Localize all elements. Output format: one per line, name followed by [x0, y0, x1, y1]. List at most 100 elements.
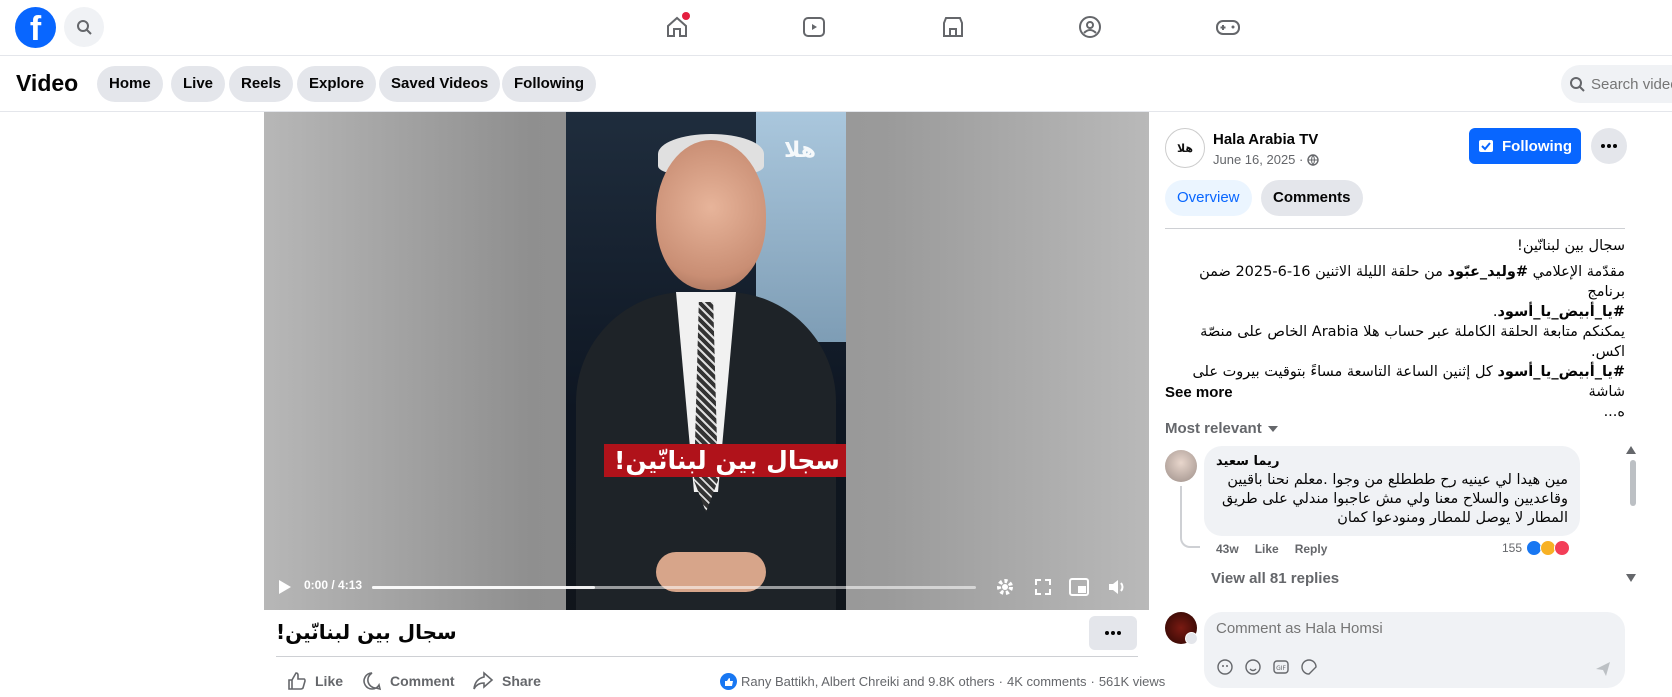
commenter-avatar[interactable] — [1165, 450, 1197, 482]
comment-label: Comment — [390, 673, 455, 689]
settings-button[interactable] — [992, 574, 1018, 600]
sort-label: Most relevant — [1165, 420, 1262, 437]
pill-home[interactable]: Home — [97, 66, 163, 102]
pill-reels[interactable]: Reels — [229, 66, 294, 102]
separator: · — [998, 674, 1003, 689]
volume-icon — [1109, 580, 1124, 594]
pill-live[interactable]: Live — [171, 66, 226, 102]
svg-text:GIF: GIF — [1276, 665, 1286, 672]
desc-line: اكس. — [1590, 344, 1625, 360]
video-search-input[interactable] — [1591, 75, 1672, 93]
channel-watermark: هلا — [784, 138, 816, 163]
fullscreen-button[interactable] — [1030, 574, 1056, 600]
video-more-button[interactable] — [1089, 616, 1137, 650]
send-button[interactable] — [1594, 660, 1612, 678]
nav-home-button[interactable] — [660, 10, 694, 44]
gif-icon: GIF — [1273, 660, 1289, 674]
desc-line: ه... — [1603, 404, 1625, 420]
comment-composer[interactable]: GIF — [1204, 612, 1625, 688]
tab-overview[interactable]: Overview — [1165, 180, 1252, 216]
gear-icon — [997, 579, 1013, 595]
sticker-button[interactable] — [1300, 658, 1318, 676]
post-date: June 16, 2025 · — [1213, 152, 1320, 167]
scroll-up-icon — [1626, 446, 1636, 454]
hashtag-link[interactable]: #يا_أبيض_يا_أسود — [1497, 304, 1625, 320]
pill-explore[interactable]: Explore — [297, 66, 377, 102]
scroll-down-icon — [1626, 574, 1636, 582]
volume-button[interactable] — [1105, 574, 1131, 600]
tab-comments[interactable]: Comments — [1261, 180, 1363, 216]
desc-text: مقدّمة الإعلامي — [1528, 264, 1625, 280]
more-dots-icon — [1601, 144, 1617, 148]
nav-gaming-button[interactable] — [1211, 10, 1245, 44]
gif-button[interactable]: GIF — [1272, 658, 1290, 676]
divider — [276, 656, 1138, 657]
post-description: سجال بين لبنانّين! مقدّمة الإعلامي #وليد… — [1165, 236, 1625, 422]
video-frame: هلا سجال بين لبنانّين! — [566, 112, 846, 610]
comment-author[interactable]: ريما سعيد — [1216, 454, 1568, 469]
page-more-button[interactable] — [1591, 128, 1627, 164]
gaming-icon — [1216, 20, 1240, 35]
desc-line: سجال بين لبنانّين! — [1517, 238, 1625, 254]
avatar-sticker-button[interactable] — [1216, 658, 1234, 676]
hashtag-link[interactable]: #يا_أبيض_يا_أسود — [1497, 364, 1625, 380]
page-avatar[interactable]: هلا — [1165, 128, 1205, 168]
video-search-field[interactable] — [1561, 65, 1672, 103]
video-player[interactable]: هلا سجال بين لبنانّين! 0:00 / 4:13 — [264, 112, 1149, 610]
search-icon — [77, 20, 92, 35]
like-reaction-icon — [720, 673, 737, 690]
video-caption: سجال بين لبنانّين! — [604, 444, 846, 477]
comment-input[interactable] — [1216, 620, 1596, 637]
like-button[interactable]: Like — [287, 671, 343, 691]
reactions-summary[interactable]: Rany Battikh, Albert Chreiki and 9.8K ot… — [741, 674, 995, 689]
play-button[interactable] — [272, 574, 298, 600]
profile-switch-badge[interactable] — [1185, 632, 1198, 645]
desc-line: مقدّمة الإعلامي #وليد_عبّود من حلقة اللي… — [1165, 262, 1625, 302]
comment-reply-button[interactable]: Reply — [1295, 542, 1328, 556]
following-button[interactable]: Following — [1469, 128, 1581, 164]
pill-saved-videos[interactable]: Saved Videos — [379, 66, 501, 102]
presenter-head — [656, 140, 766, 290]
hashtag-link[interactable]: #وليد_عبّود — [1448, 264, 1529, 280]
emoji-icon — [1245, 659, 1261, 675]
facebook-logo[interactable]: f — [15, 7, 56, 48]
post-date-text: June 16, 2025 · — [1213, 152, 1304, 167]
desc-line: #يا_أبيض_يا_أسود كل إثنين الساعة التاسعة… — [1165, 362, 1625, 402]
playback-time: 0:00 / 4:13 — [304, 578, 363, 592]
share-button[interactable]: Share — [472, 671, 541, 691]
comment-button[interactable]: Comment — [362, 671, 455, 691]
comment-like-button[interactable]: Like — [1255, 542, 1279, 556]
emoji-button[interactable] — [1244, 658, 1262, 676]
nav-reels-button[interactable] — [797, 10, 831, 44]
progress-bar[interactable] — [372, 586, 976, 589]
comment-sort-dropdown[interactable]: Most relevant — [1165, 420, 1278, 437]
comment-time[interactable]: 43w — [1216, 542, 1239, 556]
sticker-icon — [1301, 659, 1317, 675]
following-label: Following — [1502, 137, 1572, 155]
views-count: 561K views — [1098, 674, 1166, 689]
nav-marketplace-button[interactable] — [936, 10, 970, 44]
play-icon — [279, 580, 291, 594]
see-more-link[interactable]: See more — [1165, 384, 1233, 401]
pip-icon — [1069, 578, 1089, 596]
search-icon — [1570, 77, 1585, 92]
picture-in-picture-button[interactable] — [1066, 574, 1092, 600]
player-controls: 0:00 / 4:13 — [264, 564, 1149, 610]
globe-icon — [1307, 153, 1320, 166]
scrollbar-thumb[interactable] — [1630, 460, 1636, 506]
comment-meta: 43w Like Reply — [1216, 542, 1327, 556]
pill-following[interactable]: Following — [502, 66, 596, 102]
nav-groups-button[interactable] — [1073, 10, 1107, 44]
desc-line: يمكنكم متابعة الحلقة الكاملة عبر حساب هل… — [1200, 324, 1625, 340]
desc-line: #يا_أبيض_يا_أسود. — [1165, 302, 1625, 322]
search-button[interactable] — [64, 7, 104, 47]
comments-count[interactable]: 4K comments — [1007, 674, 1086, 689]
love-reaction-icon — [1554, 540, 1571, 556]
fullscreen-icon — [1035, 579, 1051, 595]
comment-reactions[interactable]: 155 — [1502, 540, 1571, 556]
reaction-count: 155 — [1502, 541, 1523, 555]
view-replies-link[interactable]: View all 81 replies — [1211, 570, 1339, 587]
more-dots-icon — [1105, 631, 1121, 635]
page-name[interactable]: Hala Arabia TV — [1213, 131, 1318, 148]
comment-text: مين هيدا لي عينيه رح طططلع من وجوا .معلم… — [1221, 472, 1568, 526]
